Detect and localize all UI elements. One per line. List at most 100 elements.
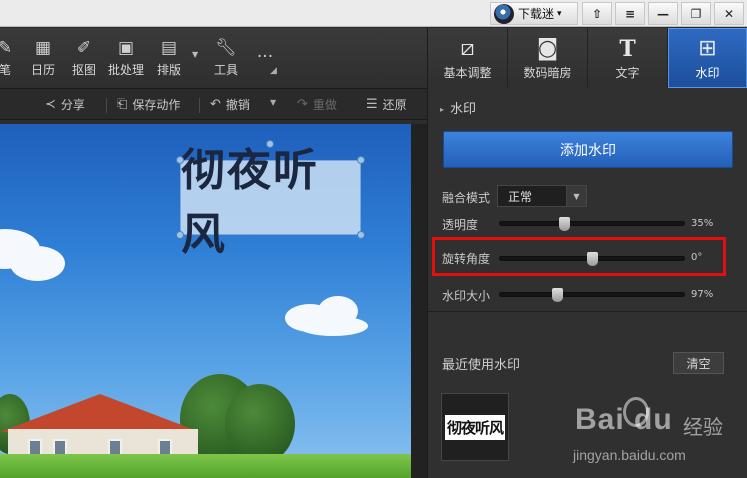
opacity-label: 透明度: [442, 218, 479, 232]
save-action-icon: ⎗: [117, 97, 128, 112]
watermark-icon: ⊞: [698, 35, 717, 61]
section-title-label: 水印: [450, 102, 477, 117]
blend-mode-select[interactable]: 正常 ▼: [497, 185, 587, 207]
restore-label: 还原: [382, 98, 407, 112]
undo-icon: ↶: [210, 97, 221, 112]
recent-watermark-thumbnail[interactable]: 彻夜听风: [441, 393, 509, 461]
chevron-down-icon: ▼: [566, 186, 586, 206]
recent-watermarks-title: 最近使用水印: [442, 358, 521, 373]
minimize-button[interactable]: —: [648, 2, 678, 25]
share-icon: ≺: [45, 97, 56, 112]
upgrade-button[interactable]: ⇧: [582, 2, 612, 25]
resize-handle[interactable]: [357, 231, 365, 239]
rotate-handle[interactable]: [266, 140, 274, 148]
batch-icon: ▣: [117, 38, 135, 58]
close-icon: ✕: [723, 6, 735, 21]
redo-label: 重做: [312, 98, 337, 112]
user-name: 下载迷: [518, 7, 555, 21]
tool-tools[interactable]: 🔧︎ 工具: [210, 28, 242, 88]
redo-icon: ↷: [297, 97, 308, 112]
undo-history-chevron-icon[interactable]: ▼: [270, 98, 276, 107]
wrench-icon: 🔧︎: [215, 38, 237, 58]
paw-icon: [623, 397, 649, 427]
add-watermark-button[interactable]: 添加水印: [443, 131, 733, 168]
tab-basic-adjust[interactable]: ⧄ 基本调整: [428, 28, 508, 88]
chevron-right-icon: ▸: [440, 105, 445, 114]
tool-layout[interactable]: ▤ 排版: [153, 28, 185, 88]
tool-calendar[interactable]: ▦ 日历: [27, 28, 59, 88]
photo-canvas[interactable]: 彻夜听风: [0, 124, 411, 478]
tool-label: 工具: [213, 63, 238, 77]
divider: [199, 98, 200, 113]
pin-icon: ✐: [76, 38, 92, 58]
menu-button[interactable]: ≡: [615, 2, 645, 25]
layout-icon: ▤: [160, 38, 178, 58]
tab-watermark[interactable]: ⊞ 水印: [668, 28, 747, 88]
canvas-area: 彻夜听风: [0, 120, 427, 478]
action-bar: ≺ 分享 ⎗ 保存动作 ↶ 撤销 ▼ ↷ 重做 ☰ 还原: [0, 88, 427, 120]
restore-button[interactable]: ☰ 还原: [366, 96, 407, 113]
resize-handle[interactable]: [357, 156, 365, 164]
blend-mode-value: 正常: [508, 189, 533, 204]
tool-label: 批处理: [107, 63, 144, 77]
cloud: [298, 316, 368, 336]
divider: [428, 311, 747, 312]
minimize-icon: —: [657, 6, 669, 21]
watermark-text: 彻夜听风: [181, 144, 319, 260]
section-title[interactable]: ▸ 水印: [440, 98, 476, 117]
tab-label: 数码暗房: [523, 65, 572, 80]
tree: [225, 384, 295, 464]
restore-window-button[interactable]: ❐: [681, 2, 711, 25]
rotation-slider-thumb[interactable]: [587, 252, 598, 266]
tool-cutout[interactable]: ✐ 抠图: [68, 28, 100, 88]
baidu-jingyan-label: 经验: [683, 415, 723, 439]
tab-label: 基本调整: [443, 65, 492, 80]
tool-brush[interactable]: ✎ 笔: [0, 28, 16, 88]
user-account-button[interactable]: 下载迷 ▾: [490, 2, 578, 25]
tab-label: 水印: [695, 65, 720, 80]
blend-mode-label: 融合模式: [442, 191, 491, 205]
vertical-scrollbar[interactable]: [411, 124, 427, 478]
tool-more[interactable]: ···: [250, 28, 280, 88]
calendar-icon: ▦: [34, 38, 52, 58]
opacity-value: 35%: [691, 218, 714, 229]
redo-button[interactable]: ↷ 重做: [297, 96, 337, 113]
rotation-slider[interactable]: [499, 252, 685, 266]
house-roof: [0, 394, 200, 432]
watermark-size-slider-thumb[interactable]: [552, 288, 564, 302]
resize-handle[interactable]: [176, 231, 184, 239]
camera-icon: ◙: [536, 35, 559, 61]
restore-window-icon: ❐: [690, 6, 702, 21]
brush-icon: ✎: [0, 38, 13, 58]
tab-text[interactable]: T 文字: [588, 28, 668, 88]
tool-label: 笔: [0, 63, 11, 77]
opacity-slider-thumb[interactable]: [559, 217, 571, 231]
expand-corner-icon[interactable]: ◢: [270, 66, 277, 76]
watermark-size-label: 水印大小: [442, 289, 491, 303]
undo-button[interactable]: ↶ 撤销: [210, 96, 250, 113]
panel-tabs: ⧄ 基本调整 ◙ 数码暗房 T 文字 ⊞ 水印: [428, 28, 747, 88]
rotation-value: 0°: [691, 252, 703, 263]
baidu-url: jingyan.baidu.com: [573, 447, 686, 463]
tool-label: 排版: [156, 63, 181, 77]
tool-label: 抠图: [71, 63, 96, 77]
share-label: 分享: [60, 98, 85, 112]
watermark-text-box[interactable]: 彻夜听风: [180, 145, 361, 260]
tool-batch[interactable]: ▣ 批处理: [105, 28, 147, 88]
resize-handle[interactable]: [176, 156, 184, 164]
close-button[interactable]: ✕: [714, 2, 744, 25]
tab-digital-darkroom[interactable]: ◙ 数码暗房: [508, 28, 588, 88]
share-button[interactable]: ≺ 分享: [45, 96, 85, 113]
menu-icon: ≡: [624, 6, 636, 21]
restore-icon: ☰: [366, 97, 378, 112]
opacity-slider[interactable]: [499, 217, 685, 231]
watermark-size-slider[interactable]: [499, 288, 685, 302]
chevron-down-icon[interactable]: ▼: [192, 50, 198, 59]
tool-label: 日历: [30, 63, 55, 77]
clear-button[interactable]: 清空: [673, 352, 724, 374]
avatar: [494, 3, 514, 24]
lawn: [0, 454, 411, 478]
save-action-button[interactable]: ⎗ 保存动作: [117, 96, 180, 113]
undo-label: 撤销: [225, 98, 250, 112]
save-action-label: 保存动作: [132, 98, 181, 112]
